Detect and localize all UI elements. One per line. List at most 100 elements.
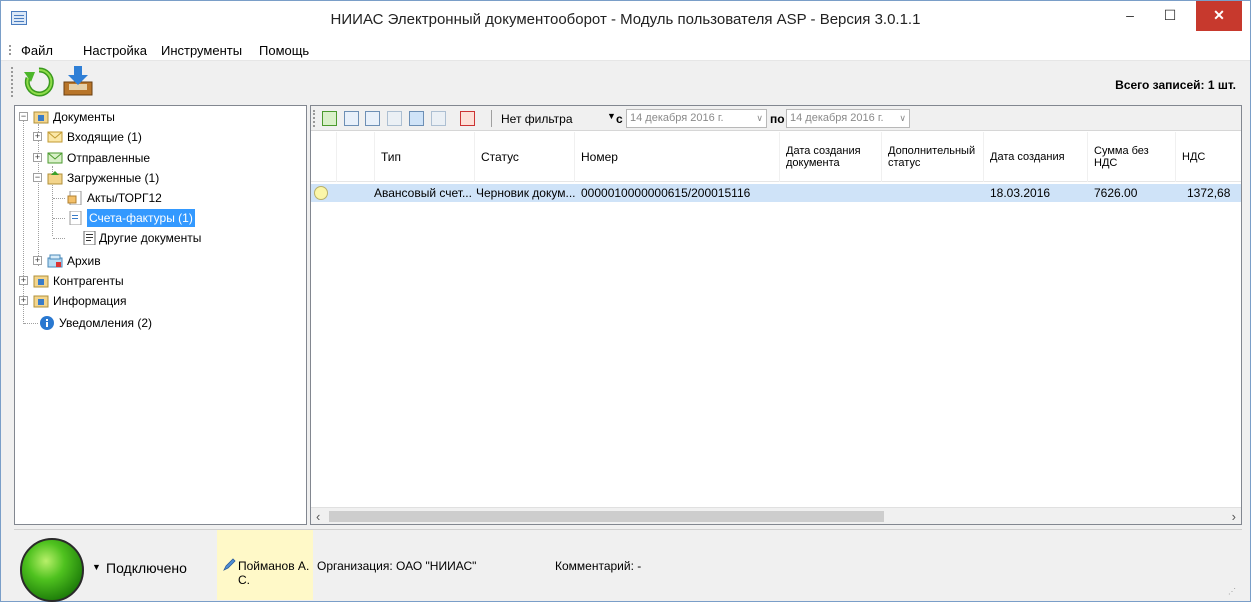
cell-created: 18.03.2016 [990,186,1051,200]
tree-item-documents[interactable]: − Документы [19,108,299,126]
column-header-sum[interactable]: Сумма без НДС [1088,132,1176,182]
document-other-icon [83,231,96,245]
expand-icon[interactable]: + [33,256,42,265]
menu-bar: Файл Настройка Инструменты Помощь [1,39,1250,61]
delete-document-icon[interactable] [460,111,475,126]
tree-item-loaded[interactable]: − Загруженные (1) [33,169,293,187]
info-icon [40,316,54,330]
tree-label: Акты/ТОРГ12 [87,191,162,205]
scroll-left-icon[interactable]: ‹ [316,509,320,524]
grid-toolbar: Нет фильтра ▼ с 14 декабря 2016 г. ∨ по … [311,106,1241,131]
connection-status-light-icon[interactable] [20,538,84,602]
folder-loaded-icon [47,171,63,185]
tree-connector [53,198,65,199]
column-header-icon[interactable] [337,132,375,182]
chevron-down-icon[interactable]: ∨ [899,110,906,127]
column-header-doc-date[interactable]: Дата создания документа [780,132,882,182]
tree-item-information[interactable]: + Информация [19,292,299,310]
tree-item-sent[interactable]: + Отправленные [33,149,293,167]
scroll-thumb[interactable] [329,511,884,522]
maximize-button[interactable]: ☐ [1150,1,1190,31]
tree-label: Контрагенты [53,274,124,288]
tree-connector [53,238,65,239]
menu-file[interactable]: Файл [21,43,53,58]
column-header-indicator[interactable] [311,132,337,182]
user-panel: Пойманов А. С. [217,530,313,600]
resize-grip-icon[interactable]: ⋰ [1228,587,1238,597]
tree-label: Информация [53,294,127,308]
grid-toolbar-grip [313,110,315,127]
minimize-button[interactable]: – [1110,1,1150,31]
menu-tools[interactable]: Инструменты [161,43,242,58]
add-document-icon[interactable] [322,111,337,126]
date-from-label: с [616,112,623,126]
window-title: НИИАС Электронный документооборот - Моду… [330,11,921,28]
tree-item-archive[interactable]: + Архив [33,252,293,270]
tree-label: Входящие (1) [67,130,142,144]
menu-help[interactable]: Помощь [259,43,309,58]
collapse-icon[interactable]: − [33,173,42,182]
toolbar-separator [491,110,492,127]
chevron-down-icon[interactable]: ∨ [756,110,763,127]
comment-label: Комментарий: - [555,559,642,573]
tree-label-selected: Счета-фактуры (1) [87,209,195,227]
tree-item-other-docs[interactable]: Другие документы [67,229,297,247]
menu-settings[interactable]: Настройка [83,43,147,58]
column-header-number[interactable]: Номер [575,132,780,182]
expand-icon[interactable]: + [33,132,42,141]
toolbar-grip [11,67,13,97]
chevron-down-icon[interactable]: ▼ [607,111,616,121]
tree-item-incoming[interactable]: + Входящие (1) [33,128,293,146]
expand-icon[interactable]: + [19,296,28,305]
download-document-icon[interactable] [409,111,424,126]
tree-label: Отправленные [67,151,151,165]
tree-item-invoices[interactable]: Счета-фактуры (1) [67,209,297,227]
column-header-status[interactable]: Статус [475,132,575,182]
cell-sum: 7626.00 [1094,186,1138,200]
column-header-extra-status[interactable]: Дополнительный статус [882,132,984,182]
status-indicator-icon [314,186,328,200]
expand-icon[interactable]: + [33,153,42,162]
column-header-created[interactable]: Дата создания [984,132,1088,182]
column-header-vat[interactable]: НДС [1176,132,1242,182]
view-document-icon[interactable] [344,111,359,126]
date-to-field[interactable]: 14 декабря 2016 г. ∨ [786,109,910,128]
cell-number: 0000010000000615/200015116 [581,186,751,200]
column-header-type[interactable]: Тип [375,132,475,182]
close-button[interactable]: ✕ [1196,1,1242,31]
archive-icon [47,254,63,268]
tree-label: Уведомления (2) [59,316,153,330]
date-to-label: по [770,112,785,126]
chevron-down-icon[interactable]: ▼ [92,562,101,572]
tree-label: Другие документы [99,231,202,245]
expand-icon[interactable]: + [19,276,28,285]
scroll-right-icon[interactable]: › [1232,509,1236,524]
date-to-value: 14 декабря 2016 г. [790,112,884,124]
table-row[interactable]: Авансовый счет... Черновик докум... 0000… [311,184,1241,202]
collapse-icon[interactable]: − [19,112,28,121]
cell-vat: 1372,68 [1187,186,1231,200]
print-document-icon[interactable] [431,111,446,126]
date-from-value: 14 декабря 2016 г. [630,112,724,124]
refresh-icon[interactable] [23,66,55,98]
tree-label: Загруженные (1) [67,171,160,185]
date-from-field[interactable]: 14 декабря 2016 г. ∨ [626,109,767,128]
document-acts-icon [67,191,82,205]
import-icon[interactable] [61,64,95,98]
edit-document-icon[interactable] [365,111,380,126]
document-invoice-icon [69,211,82,225]
folder-contractors-icon [33,275,49,288]
pen-icon [223,558,236,571]
tree-connector [53,218,65,219]
send-document-icon[interactable] [387,111,402,126]
tree-item-acts[interactable]: Акты/ТОРГ12 [67,189,297,207]
horizontal-scrollbar[interactable]: ‹ › [311,507,1241,524]
tree-item-notifications[interactable]: Уведомления (2) [19,314,299,332]
tree-item-contractors[interactable]: + Контрагенты [19,272,299,290]
status-bar: ▼ Подключено Пойманов А. С. Организация:… [14,529,1242,602]
folder-documents-icon [33,111,49,124]
title-bar: НИИАС Электронный документооборот - Моду… [1,1,1250,39]
documents-grid-panel: Нет фильтра ▼ с 14 декабря 2016 г. ∨ по … [310,105,1242,525]
filter-select[interactable]: Нет фильтра [501,112,573,126]
tree-label: Документы [53,110,115,124]
